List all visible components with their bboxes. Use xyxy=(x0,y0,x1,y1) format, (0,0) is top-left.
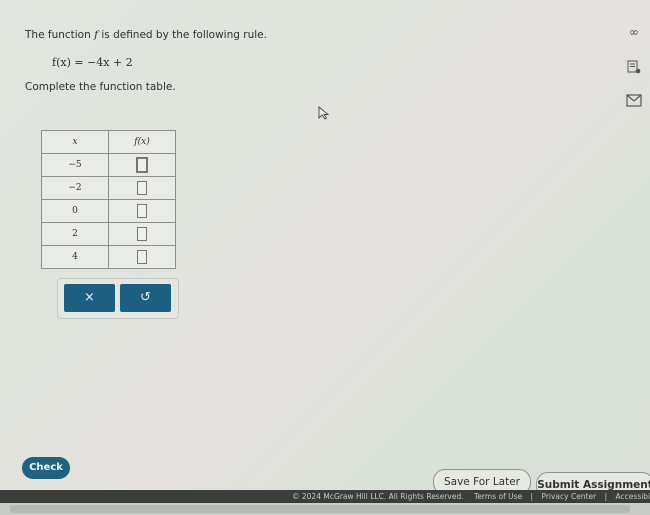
x-value: −2 xyxy=(41,176,109,200)
function-rule: f(x) = −4x + 2 xyxy=(52,56,133,69)
close-icon: × xyxy=(84,290,95,305)
function-table: x f(x) −5 −2 0 2 4 xyxy=(41,130,176,269)
undo-button[interactable]: ↺ xyxy=(120,284,171,312)
mail-icon[interactable] xyxy=(626,94,642,108)
x-value: 0 xyxy=(41,199,109,223)
table-row: 0 xyxy=(41,199,176,223)
answer-input[interactable] xyxy=(137,204,147,218)
notes-icon[interactable] xyxy=(626,60,642,74)
undo-icon: ↺ xyxy=(140,290,151,305)
x-value: 2 xyxy=(41,222,109,246)
prompt-text: The function xyxy=(25,29,95,41)
clear-button[interactable]: × xyxy=(64,284,115,312)
fx-cell xyxy=(108,245,176,269)
table-row: −2 xyxy=(41,176,176,200)
answer-input[interactable] xyxy=(136,157,148,173)
problem-prompt: The function f is defined by the followi… xyxy=(25,29,267,41)
check-button[interactable]: Check xyxy=(22,457,70,479)
mouse-cursor-icon xyxy=(318,106,330,120)
header-x: x xyxy=(41,130,109,154)
table-row: 2 xyxy=(41,222,176,246)
x-value: −5 xyxy=(41,153,109,177)
header-fx: f(x) xyxy=(108,130,176,154)
separator: | xyxy=(530,492,534,501)
glasses-icon[interactable]: ∞ xyxy=(626,25,642,39)
prompt-text-end: is defined by the following rule. xyxy=(98,29,267,41)
answer-keypad: × ↺ xyxy=(57,278,179,319)
table-row: 4 xyxy=(41,245,176,269)
fx-cell xyxy=(108,199,176,223)
answer-input[interactable] xyxy=(137,227,147,241)
instruction-text: Complete the function table. xyxy=(25,81,176,93)
fx-cell xyxy=(108,153,176,177)
answer-input[interactable] xyxy=(137,250,147,264)
copyright-text: © 2024 McGraw Hill LLC. All Rights Reser… xyxy=(292,492,464,501)
privacy-link[interactable]: Privacy Center xyxy=(541,492,596,501)
table-row: −5 xyxy=(41,153,176,177)
answer-input[interactable] xyxy=(137,181,147,195)
horizontal-scrollbar[interactable] xyxy=(0,503,650,515)
scrollbar-thumb[interactable] xyxy=(10,505,630,513)
table-header-row: x f(x) xyxy=(41,130,176,154)
fx-cell xyxy=(108,176,176,200)
footer: © 2024 McGraw Hill LLC. All Rights Reser… xyxy=(0,490,650,503)
fx-cell xyxy=(108,222,176,246)
separator: | xyxy=(604,492,608,501)
x-value: 4 xyxy=(41,245,109,269)
terms-link[interactable]: Terms of Use xyxy=(474,492,522,501)
accessibility-link[interactable]: Accessibility xyxy=(616,492,650,501)
